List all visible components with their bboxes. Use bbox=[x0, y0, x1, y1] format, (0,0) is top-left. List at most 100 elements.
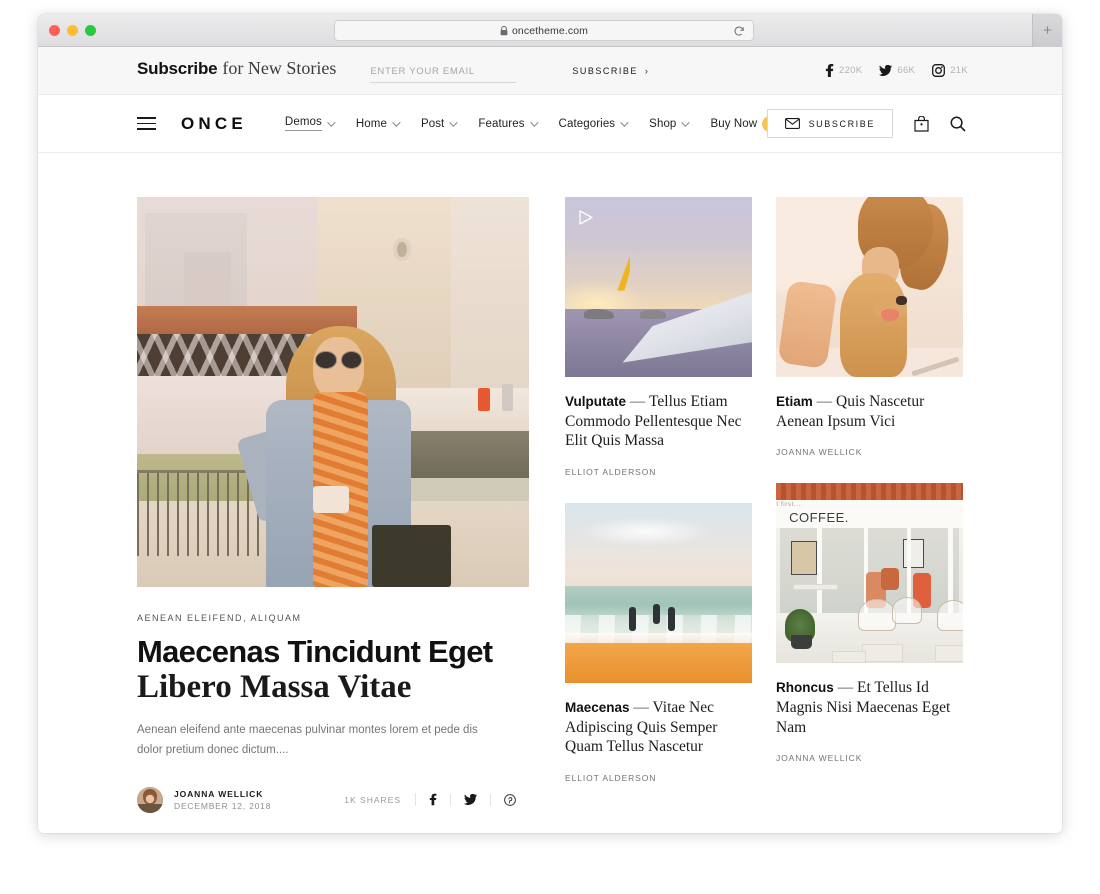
list-item: Etiam — Quis Nascetur Aenean Ipsum Vici … bbox=[776, 197, 963, 457]
nav-item-shop[interactable]: Shop bbox=[649, 118, 687, 130]
hamburger-icon[interactable] bbox=[137, 117, 156, 130]
chevron-down-icon bbox=[620, 118, 628, 126]
window-controls[interactable] bbox=[49, 25, 96, 36]
card-grid-column-2: Etiam — Quis Nascetur Aenean Ipsum Vici … bbox=[776, 197, 963, 813]
close-window-button[interactable] bbox=[49, 25, 60, 36]
coffee-sign-line1: ut first.... bbox=[776, 501, 803, 508]
nav-subscribe-button[interactable]: SUBSCRIBE bbox=[767, 109, 893, 138]
site-logo[interactable]: ONCE bbox=[181, 114, 247, 134]
social-counts: 220K 66K 21K bbox=[825, 64, 968, 77]
card-title-keyword: Vulputate bbox=[565, 394, 626, 409]
card-image-airplane[interactable] bbox=[565, 197, 752, 377]
card-title-dash: — bbox=[633, 699, 649, 716]
nav-item-label: Post bbox=[421, 118, 444, 130]
chevron-down-icon bbox=[530, 118, 538, 126]
card-artwork bbox=[565, 503, 752, 683]
card-title-dash: — bbox=[630, 393, 646, 410]
site-navbar: ONCE Demos Home Post Features bbox=[38, 95, 1062, 153]
shopping-bag-icon[interactable] bbox=[914, 116, 929, 132]
nav-subscribe-label: SUBSCRIBE bbox=[809, 119, 875, 129]
card-title-keyword: Maecenas bbox=[565, 700, 630, 715]
social-instagram[interactable]: 21K bbox=[932, 64, 968, 77]
chevron-down-icon bbox=[327, 118, 335, 126]
facebook-icon bbox=[825, 64, 834, 77]
card-title-keyword: Rhoncus bbox=[776, 680, 834, 695]
card-author[interactable]: JOANNA WELLICK bbox=[776, 753, 963, 763]
nav-item-label: Buy Now bbox=[710, 118, 757, 130]
share-twitter-icon[interactable] bbox=[450, 794, 490, 805]
list-item: Vulputate — Tellus Etiam Commodo Pellent… bbox=[565, 197, 752, 477]
card-title-dash: — bbox=[838, 679, 854, 696]
avatar[interactable] bbox=[137, 787, 163, 813]
card-title[interactable]: Vulputate — Tellus Etiam Commodo Pellent… bbox=[565, 392, 752, 451]
maximize-window-button[interactable] bbox=[85, 25, 96, 36]
card-title[interactable]: Maecenas — Vitae Nec Adipiscing Quis Sem… bbox=[565, 698, 752, 757]
card-grid-column-1: Vulputate — Tellus Etiam Commodo Pellent… bbox=[565, 197, 752, 813]
card-title[interactable]: Rhoncus — Et Tellus Id Magnis Nisi Maece… bbox=[776, 678, 963, 737]
new-tab-button[interactable]: + bbox=[1032, 14, 1062, 47]
share-pinterest-icon[interactable] bbox=[490, 794, 529, 806]
page-title[interactable]: Maecenas Tincidunt Eget Libero Massa Vit… bbox=[137, 636, 529, 704]
facebook-count: 220K bbox=[839, 65, 862, 76]
social-twitter[interactable]: 66K bbox=[879, 65, 915, 76]
card-author[interactable]: ELLIOT ALDERSON bbox=[565, 773, 752, 783]
nav-item-demos[interactable]: Demos bbox=[285, 116, 333, 131]
card-author[interactable]: JOANNA WELLICK bbox=[776, 447, 963, 457]
card-title-dash: — bbox=[817, 393, 833, 410]
featured-title-line2: Libero Massa Vitae bbox=[137, 671, 529, 704]
subscribe-heading-bold: Subscribe bbox=[137, 59, 217, 79]
subscribe-submit-button[interactable]: SUBSCRIBE › bbox=[572, 66, 649, 76]
nav-item-label: Demos bbox=[285, 116, 322, 131]
featured-article: AENEAN ELEIFEND, ALIQUAM Maecenas Tincid… bbox=[137, 197, 529, 813]
featured-meta-text: JOANNA WELLICK DECEMBER 12, 2018 bbox=[174, 789, 271, 811]
card-author[interactable]: ELLIOT ALDERSON bbox=[565, 467, 752, 477]
featured-image[interactable] bbox=[137, 197, 529, 587]
card-image-beach[interactable] bbox=[565, 503, 752, 683]
twitter-count: 66K bbox=[897, 65, 915, 76]
subscribe-heading-light: for New Stories bbox=[222, 58, 336, 79]
card-artwork bbox=[776, 197, 963, 377]
social-facebook[interactable]: 220K bbox=[825, 64, 862, 77]
nav-item-label: Categories bbox=[559, 118, 616, 130]
card-title-keyword: Etiam bbox=[776, 394, 813, 409]
email-input[interactable] bbox=[370, 63, 516, 83]
featured-title-line1: Maecenas Tincidunt Eget bbox=[137, 636, 529, 667]
instagram-icon bbox=[932, 64, 945, 77]
nav-item-label: Home bbox=[356, 118, 387, 130]
subscribe-bar: Subscribe for New Stories SUBSCRIBE › 22… bbox=[38, 47, 1062, 95]
card-title[interactable]: Etiam — Quis Nascetur Aenean Ipsum Vici bbox=[776, 392, 963, 431]
share-count: 1K SHARES bbox=[344, 795, 401, 805]
navbar-actions: SUBSCRIBE bbox=[767, 109, 966, 138]
chevron-down-icon bbox=[450, 118, 458, 126]
featured-excerpt: Aenean eleifend ante maecenas pulvinar m… bbox=[137, 721, 492, 761]
nav-item-label: Features bbox=[478, 118, 524, 130]
browser-toolbar: oncetheme.com + bbox=[38, 14, 1062, 47]
share-facebook-icon[interactable] bbox=[415, 793, 450, 806]
search-icon[interactable] bbox=[950, 116, 966, 132]
reload-icon[interactable] bbox=[733, 25, 745, 37]
nav-item-post[interactable]: Post bbox=[421, 118, 455, 130]
minimize-window-button[interactable] bbox=[67, 25, 78, 36]
screenshot-root: oncetheme.com + Subscribe for New Storie… bbox=[0, 0, 1100, 894]
envelope-icon bbox=[785, 118, 800, 129]
featured-image-artwork bbox=[137, 197, 529, 587]
nav-item-features[interactable]: Features bbox=[478, 118, 535, 130]
chevron-right-icon: › bbox=[645, 66, 650, 76]
browser-window: oncetheme.com + Subscribe for New Storie… bbox=[38, 14, 1062, 833]
play-icon[interactable] bbox=[577, 209, 594, 226]
list-item: ut first.... COFFEE. bbox=[776, 483, 963, 763]
nav-item-categories[interactable]: Categories bbox=[559, 118, 627, 130]
featured-kicker[interactable]: AENEAN ELEIFEND, ALIQUAM bbox=[137, 613, 529, 623]
subscribe-submit-label: SUBSCRIBE bbox=[572, 66, 638, 76]
email-field-wrap bbox=[370, 61, 516, 83]
featured-meta: JOANNA WELLICK DECEMBER 12, 2018 1K SHAR… bbox=[137, 787, 529, 813]
featured-author[interactable]: JOANNA WELLICK bbox=[174, 789, 271, 799]
card-image-coffee-shop[interactable]: ut first.... COFFEE. bbox=[776, 483, 963, 663]
nav-item-home[interactable]: Home bbox=[356, 118, 398, 130]
address-bar[interactable]: oncetheme.com bbox=[334, 20, 754, 41]
chevron-down-icon bbox=[392, 118, 400, 126]
subscribe-bar-left: Subscribe for New Stories SUBSCRIBE › bbox=[137, 58, 649, 83]
address-bar-url: oncetheme.com bbox=[512, 25, 588, 37]
card-image-dog[interactable] bbox=[776, 197, 963, 377]
featured-date: DECEMBER 12, 2018 bbox=[174, 801, 271, 811]
